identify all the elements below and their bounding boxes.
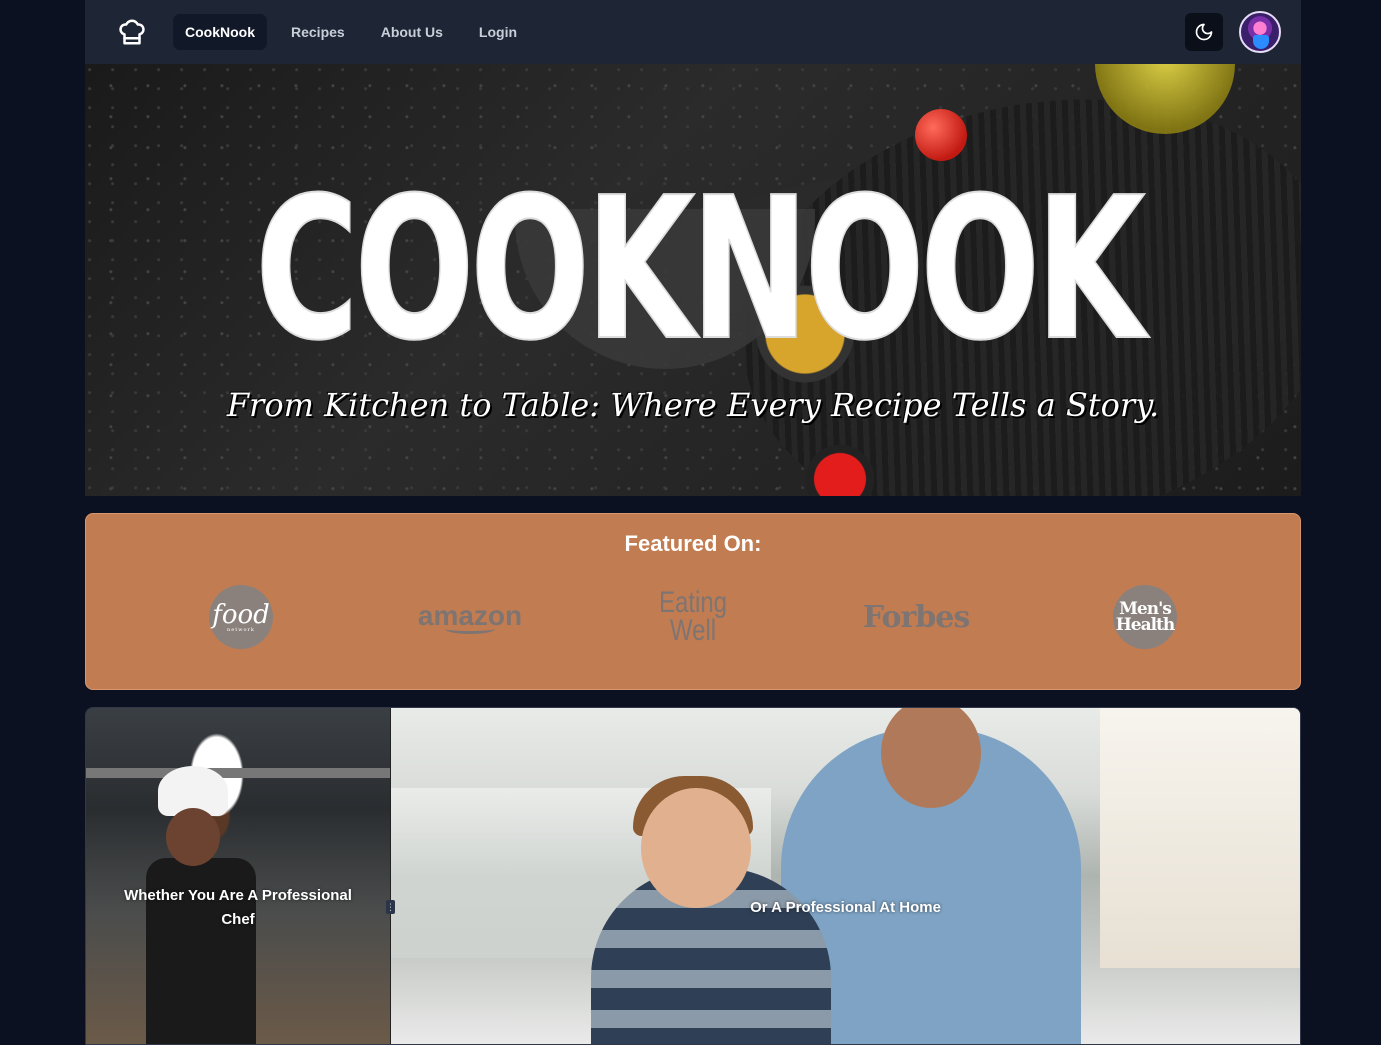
nav-about-link[interactable]: About Us xyxy=(369,14,455,50)
forbes-logo: Forbes xyxy=(862,599,970,635)
hero-title: COOKNOOK xyxy=(255,156,1146,384)
drag-handle-icon[interactable]: ⋮ xyxy=(386,900,395,914)
eating-well-logo: Eating Well xyxy=(658,585,728,647)
hero-tagline: From Kitchen to Table: Where Every Recip… xyxy=(226,386,1160,424)
right-panel-caption: Or A Professional At Home xyxy=(750,899,941,916)
left-panel-caption: Whether You Are A Professional Chef xyxy=(124,887,352,928)
top-navbar: CookNook Recipes About Us Login xyxy=(85,0,1301,64)
mens-health-logo: Men's Health xyxy=(1112,584,1178,650)
theme-toggle-button[interactable] xyxy=(1185,13,1223,51)
comparison-slider[interactable]: Whether You Are A Professional Chef ⋮ Or… xyxy=(85,707,1301,1045)
nav-brand-link[interactable]: CookNook xyxy=(173,14,267,50)
featured-on-section: Featured On: food network amazon Eating … xyxy=(85,513,1301,690)
professional-chef-panel: Whether You Are A Professional Chef xyxy=(86,708,390,1044)
nav-menu: CookNook Recipes About Us Login xyxy=(173,14,533,50)
home-cook-panel: Or A Professional At Home xyxy=(390,708,1300,1044)
nav-recipes-link[interactable]: Recipes xyxy=(279,14,357,50)
nav-actions xyxy=(1185,11,1281,53)
hero-banner: COOKNOOK From Kitchen to Table: Where Ev… xyxy=(85,64,1301,496)
user-avatar[interactable] xyxy=(1239,11,1281,53)
chef-hat-icon[interactable] xyxy=(115,15,149,49)
featured-logos: food network amazon Eating Well Forbes M… xyxy=(86,584,1300,650)
featured-heading: Featured On: xyxy=(624,531,762,556)
hero-tomato xyxy=(915,109,967,161)
food-network-logo: food network xyxy=(208,584,274,650)
moon-icon xyxy=(1195,23,1213,41)
amazon-logo: amazon xyxy=(418,584,522,650)
nav-login-link[interactable]: Login xyxy=(467,14,529,50)
